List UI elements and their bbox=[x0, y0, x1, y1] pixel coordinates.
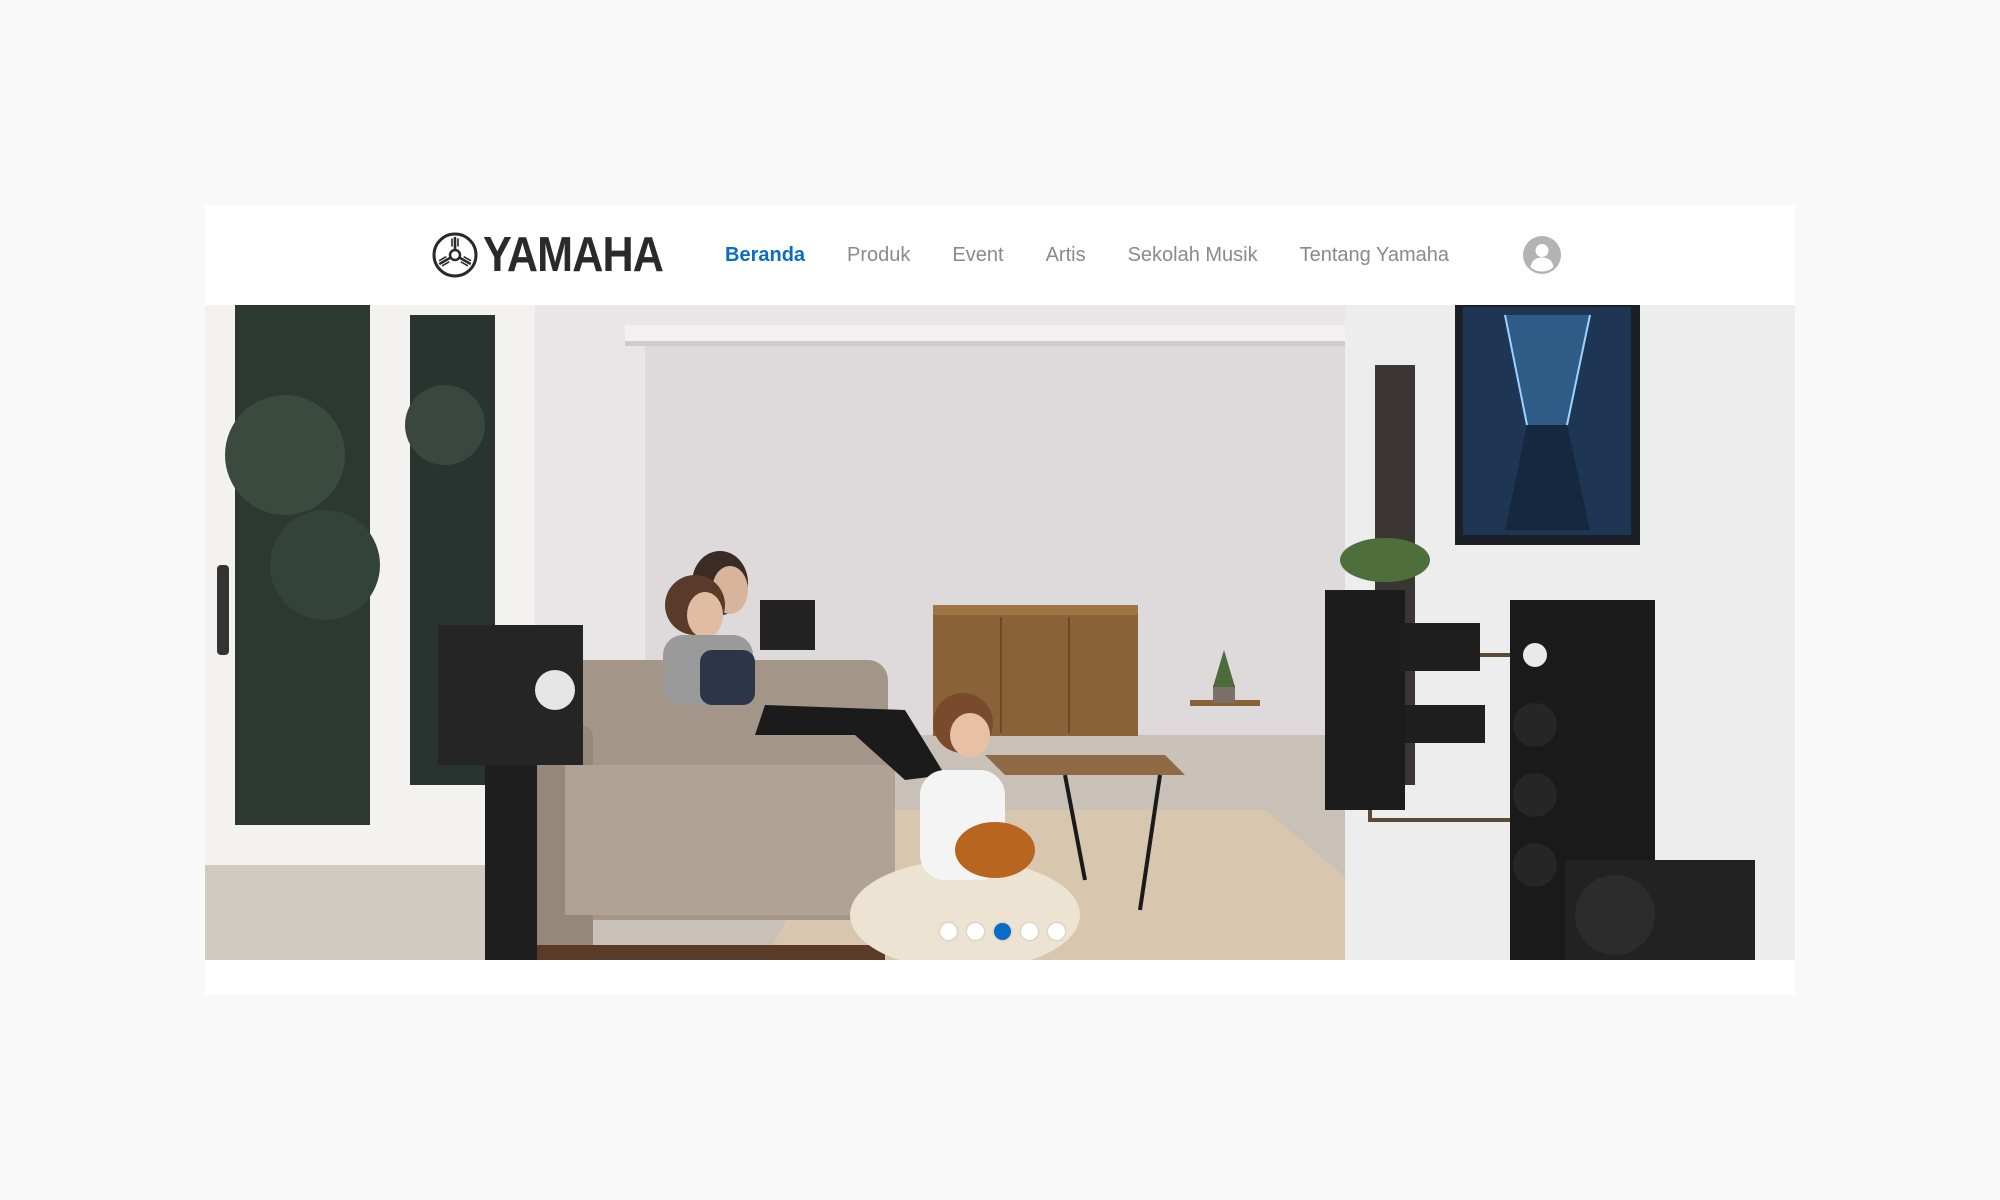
yamaha-logo[interactable]: YAMAHA bbox=[432, 228, 688, 282]
brand-name: YAMAHA bbox=[483, 228, 664, 282]
nav-item-sekolah-musik[interactable]: Sekolah Musik bbox=[1128, 244, 1258, 267]
site-header: YAMAHA Beranda Produk Event Artis Sekola… bbox=[205, 205, 1795, 305]
user-avatar-icon[interactable] bbox=[1523, 236, 1561, 274]
nav-item-beranda[interactable]: Beranda bbox=[725, 244, 805, 267]
carousel-dot-2[interactable] bbox=[966, 922, 984, 940]
carousel-dot-3[interactable] bbox=[993, 922, 1011, 940]
main-nav: Beranda Produk Event Artis Sekolah Musik… bbox=[725, 205, 1491, 305]
carousel-dot-4[interactable] bbox=[1020, 922, 1038, 940]
nav-item-artis[interactable]: Artis bbox=[1046, 244, 1086, 267]
nav-item-tentang-yamaha[interactable]: Tentang Yamaha bbox=[1300, 244, 1449, 267]
hero-banner[interactable] bbox=[205, 305, 1795, 960]
nav-item-event[interactable]: Event bbox=[952, 244, 1003, 267]
hero-photo bbox=[205, 305, 1795, 960]
carousel-dot-1[interactable] bbox=[939, 922, 957, 940]
nav-item-produk[interactable]: Produk bbox=[847, 244, 910, 267]
site-frame: YAMAHA Beranda Produk Event Artis Sekola… bbox=[205, 205, 1795, 995]
carousel-dot-5[interactable] bbox=[1047, 922, 1065, 940]
tuning-fork-emblem-icon bbox=[432, 232, 478, 278]
carousel-indicators bbox=[207, 920, 1795, 942]
